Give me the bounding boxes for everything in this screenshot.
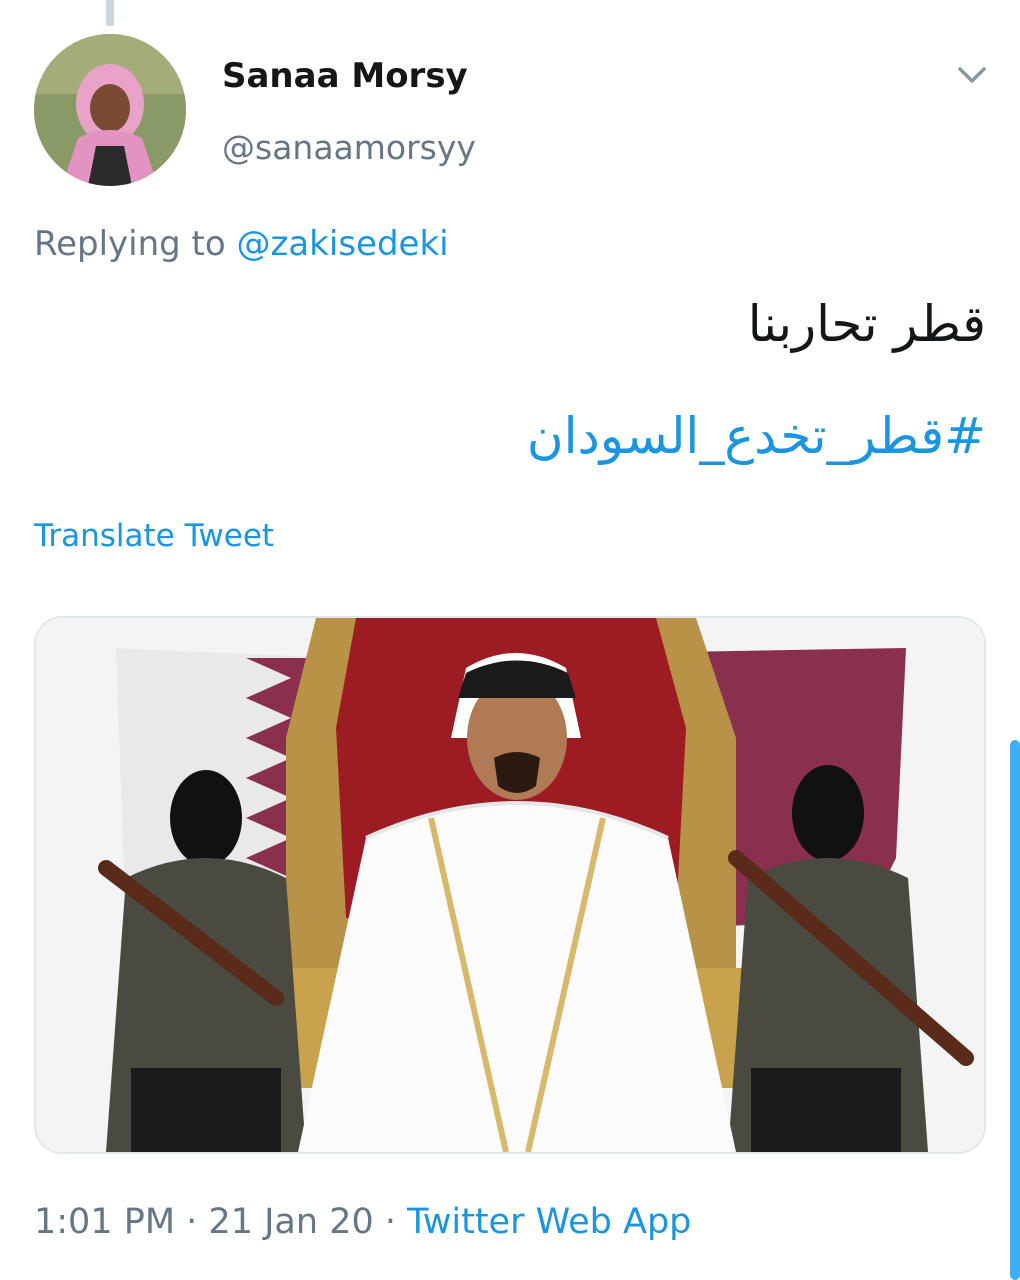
tweet-meta: 1:01 PM · 21 Jan 20 · Twitter Web App (34, 1202, 691, 1242)
tweet-date: 21 Jan 20 (208, 1202, 374, 1242)
hashtag-link[interactable]: #قطر_تخدع_السودان (86, 406, 986, 466)
user-handle[interactable]: @sanaamorsyy (222, 128, 476, 167)
chevron-down-icon (958, 67, 986, 83)
scrollbar[interactable] (1010, 740, 1020, 1280)
replying-to-line: Replying to @zakisedeki (34, 224, 449, 264)
display-name[interactable]: Sanaa Morsy (222, 56, 468, 96)
more-options-button[interactable] (950, 58, 994, 92)
replying-prefix: Replying to (34, 224, 226, 264)
tweet-time: 1:01 PM (34, 1202, 176, 1242)
tweet-text: قطر تحاربنا (747, 295, 986, 353)
avatar[interactable] (34, 34, 186, 186)
translate-tweet-link[interactable]: Translate Tweet (34, 518, 274, 554)
tweet-source-link[interactable]: Twitter Web App (407, 1202, 691, 1242)
meta-separator: · (384, 1202, 397, 1242)
tweet-media-image[interactable] (34, 616, 986, 1154)
meta-separator: · (186, 1202, 198, 1242)
reply-mention-link[interactable]: @zakisedeki (237, 224, 449, 264)
reply-thread-line (106, 0, 114, 26)
